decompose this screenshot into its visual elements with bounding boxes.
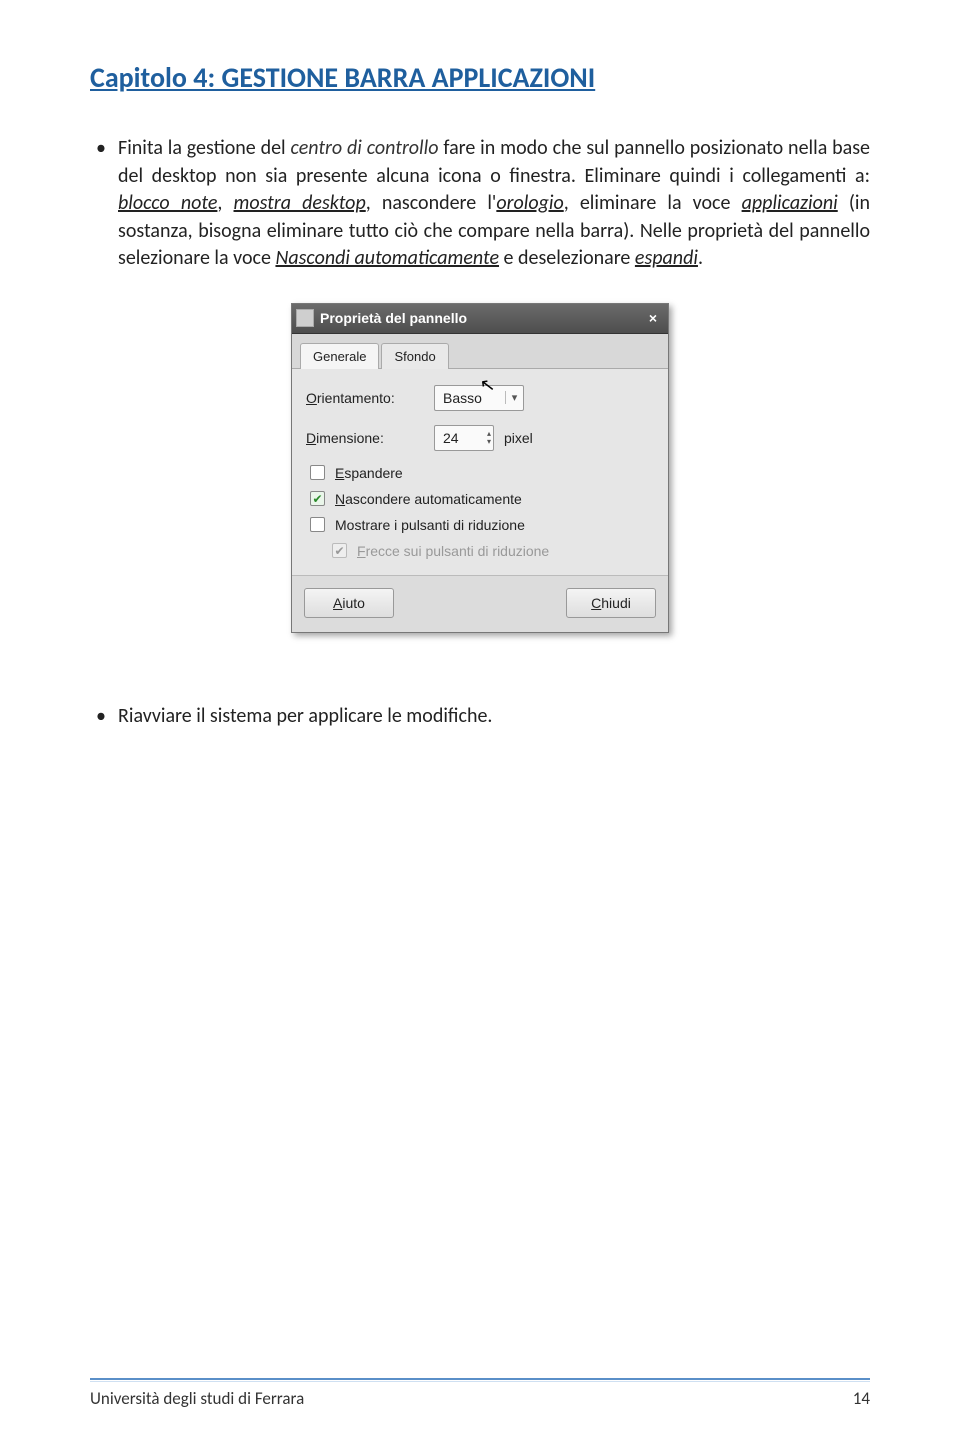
autohide-label: Nascondere automaticamente (335, 491, 522, 507)
app-icon (296, 309, 314, 327)
tab-general[interactable]: Generale (300, 343, 379, 369)
p1-t2: , (217, 191, 233, 215)
p1-blocco: blocco note (118, 191, 217, 215)
footer-rule (90, 1378, 870, 1382)
autohide-checkbox[interactable] (310, 491, 325, 506)
p1-espandi: espandi (635, 246, 698, 270)
expand-label: Espandere (335, 465, 403, 481)
showhide-label: Mostrare i pulsanti di riduzione (335, 517, 525, 533)
chevron-down-icon: ▾ (505, 391, 519, 404)
close-button[interactable]: Chiudi (566, 588, 656, 618)
p1-applicazioni: applicazioni (742, 191, 838, 215)
arrows-checkbox (332, 543, 347, 558)
help-button[interactable]: Aiuto (304, 588, 394, 618)
dialog-footer: Aiuto Chiudi (292, 575, 668, 632)
page-number: 14 (853, 1388, 870, 1409)
tab-background[interactable]: Sfondo (381, 343, 448, 369)
size-value: 24 (443, 430, 459, 446)
orientation-value: Basso (443, 390, 482, 406)
page-footer: Università degli studi di Ferrara 14 (90, 1378, 870, 1409)
spinner-buttons-icon[interactable]: ▴▾ (487, 430, 491, 446)
p1-orologio: orologio (496, 191, 563, 215)
p1-centro: centro di controllo (291, 136, 439, 160)
paragraph-2: Riavviare il sistema per applicare le mo… (90, 703, 870, 731)
dialog-titlebar[interactable]: Proprietà del pannello × (292, 304, 668, 334)
p1-t6: e deselezionare (499, 246, 635, 270)
panel-properties-dialog: Proprietà del pannello × Generale Sfondo… (291, 303, 669, 633)
p1-t0: Finita la gestione del (118, 136, 291, 160)
size-spinner[interactable]: 24 ▴▾ (434, 425, 494, 451)
dialog-body: ↖ Orientamento: Basso ▾ Dimensione: 24 ▴… (292, 369, 668, 575)
size-label: Dimensione: (306, 430, 424, 446)
showhide-checkbox[interactable] (310, 517, 325, 532)
p1-t7: . (698, 246, 703, 270)
cursor-icon: ↖ (479, 374, 497, 397)
p1-t3: , nascondere l' (366, 191, 497, 215)
arrows-label: Frecce sui pulsanti di riduzione (357, 543, 549, 559)
close-icon[interactable]: × (644, 309, 662, 327)
dialog-tabs: Generale Sfondo (292, 334, 668, 369)
footer-left: Università degli studi di Ferrara (90, 1388, 304, 1409)
size-unit: pixel (504, 430, 533, 446)
p1-mostra: mostra desktop (234, 191, 366, 215)
orientation-label: Orientamento: (306, 390, 424, 406)
p1-nascondi: Nascondi automaticamente (275, 246, 499, 270)
paragraph-1: Finita la gestione del centro di control… (90, 135, 870, 273)
orientation-combo[interactable]: Basso ▾ (434, 385, 524, 411)
chapter-title: Capitolo 4: GESTIONE BARRA APPLICAZIONI (90, 60, 870, 95)
expand-checkbox[interactable] (310, 465, 325, 480)
p1-t4: , eliminare la voce (564, 191, 742, 215)
dialog-title: Proprietà del pannello (320, 310, 467, 326)
